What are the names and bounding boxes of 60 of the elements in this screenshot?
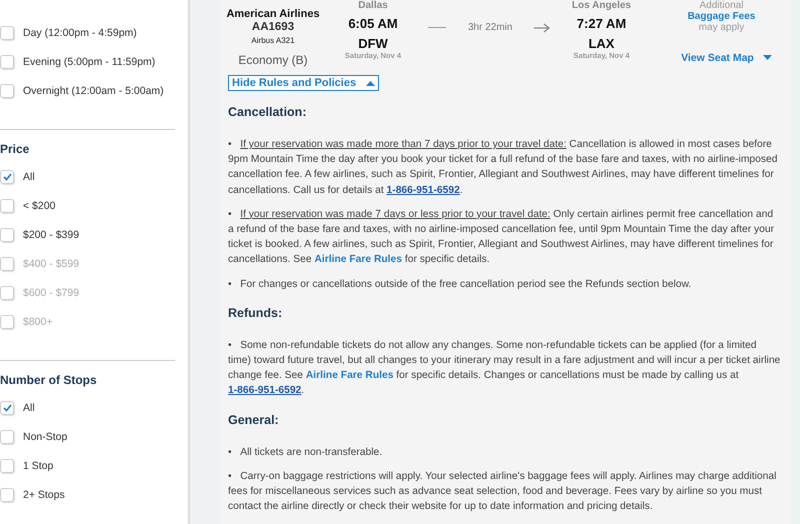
check-icon bbox=[2, 172, 12, 180]
cabin-class: Economy (B) bbox=[238, 53, 308, 67]
fare-rules-link[interactable]: Airline Fare Rules bbox=[306, 370, 394, 382]
policy-paragraph: • For changes or cancellations outside of the free cancellation period see the Refunds section below. bbox=[228, 278, 692, 292]
flight-time: 6:05 AM bbox=[348, 16, 398, 31]
city-name: Los Angeles bbox=[572, 0, 632, 11]
baggage-note: Additional bbox=[700, 0, 744, 11]
filter-option-label: < $200 bbox=[23, 200, 56, 212]
checkbox[interactable] bbox=[0, 458, 14, 472]
section-heading: Refunds: bbox=[228, 306, 284, 320]
fare-rules-link[interactable]: Airline Fare Rules bbox=[314, 254, 402, 266]
view-seat-map-link[interactable]: View Seat Map bbox=[681, 52, 754, 64]
checkbox[interactable] bbox=[0, 84, 14, 98]
aircraft-type: Airbus A321 bbox=[251, 36, 295, 45]
dash-line-icon bbox=[428, 26, 446, 28]
checkbox[interactable] bbox=[0, 228, 14, 242]
checkbox[interactable] bbox=[0, 26, 14, 40]
filter-option-label: $400 - $599 bbox=[23, 258, 80, 270]
section-heading: General: bbox=[228, 412, 280, 427]
filter-option-label: Non-Stop bbox=[23, 430, 68, 442]
flight-time: 7:27 AM bbox=[576, 16, 626, 31]
section-heading: Cancellation: bbox=[228, 105, 308, 119]
filter-option-label: $200 - $399 bbox=[23, 228, 80, 240]
filter-heading: Price bbox=[0, 142, 30, 156]
filter-option-label: $600 - $799 bbox=[23, 286, 80, 298]
filter-option-label: $800+ bbox=[23, 316, 52, 328]
checkbox[interactable] bbox=[0, 430, 14, 444]
filter-option-label: All bbox=[23, 170, 35, 182]
flight-number: AA1693 bbox=[252, 21, 294, 33]
checkbox[interactable] bbox=[0, 170, 14, 184]
airplane-icon bbox=[534, 22, 552, 32]
caret-up-icon bbox=[366, 80, 376, 86]
airline-name: American Airlines bbox=[226, 8, 320, 20]
city-name: Dallas bbox=[358, 0, 388, 11]
filter-option-label: All bbox=[23, 402, 35, 414]
policy-paragraph: • Carry-on baggage restrictions will apply. Your selected airline's baggage fees will apply. Airlines may charge additional fees for miscellaneous services such as advance seat selection, food and beverage. Fees vary by airline so you must contact the airline directly or check their website for up to date information and pricing details. bbox=[228, 470, 778, 514]
filter-option-label: Evening (5:00pm - 11:59pm) bbox=[23, 56, 156, 68]
flight-duration: 3hr 22min bbox=[468, 22, 512, 33]
checkbox[interactable] bbox=[0, 400, 14, 414]
checkbox[interactable] bbox=[0, 488, 14, 502]
filter-heading: Number of Stops bbox=[0, 373, 98, 387]
airport-code: DFW bbox=[358, 36, 388, 51]
checkbox[interactable] bbox=[0, 54, 14, 68]
filter-option-label: 1 Stop bbox=[23, 460, 54, 472]
baggage-fees-link[interactable]: Baggage Fees bbox=[688, 11, 756, 22]
policy-paragraph: • If your reservation was made more than 7 days prior to your travel date: Cancellation is allowed in most cases before 9pm Mountain Time the day after you book your ticket for a full refund of the base fare and taxes, with no airline-imposed cancellation fee. A few airlines, such as Spirit, Frontier, Allegiant and Southwest Airlines, may have different timelines for cancellations. Call us for details at 1-866-951-6592. bbox=[228, 138, 778, 198]
policy-paragraph: • Some non-refundable tickets do not allow any changes. Some non-refundable tickets can be applied (for a limited time) toward future travel, but all changes to your itinerary may result in a fare adjustment and will incur a per ticket airline change fee. See Airline Fare Rules for specific details. Changes or cancellations must be made by calling us at 1-866-951-6592. bbox=[228, 338, 782, 398]
phone-link[interactable]: 1-866-951-6592 bbox=[386, 184, 460, 196]
filter-option-label: 2+ Stops bbox=[23, 488, 65, 500]
phone-link[interactable]: 1-866-951-6592 bbox=[228, 385, 302, 396]
checkbox[interactable] bbox=[0, 198, 14, 212]
policy-paragraph: • If your reservation was made 7 days or less prior to your travel date: Only certain airlines permit free cancellation and a refund of the base fare and taxes, with no airline-imposed cancellation fee, until 9pm Mountain Time the day after your ticket is booked. A few airlines, such as Spirit, Frontier, Allegiant and Southwest Airlines, may have different timelines for cancellations. See Airline Fare Rules for specific details. bbox=[228, 208, 776, 268]
baggage-note: may apply bbox=[698, 22, 744, 33]
caret-down-icon bbox=[762, 55, 772, 61]
filter-option-label: Overnight (12:00am - 5:00am) bbox=[23, 84, 164, 96]
check-icon bbox=[2, 404, 12, 412]
hide-rules-toggle[interactable]: Hide Rules and Policies bbox=[228, 75, 380, 91]
airport-code: LAX bbox=[588, 36, 614, 51]
filter-option-label: Day (12:00pm - 4:59pm) bbox=[23, 26, 137, 38]
policy-paragraph: • All tickets are non-transferable. bbox=[228, 446, 384, 460]
